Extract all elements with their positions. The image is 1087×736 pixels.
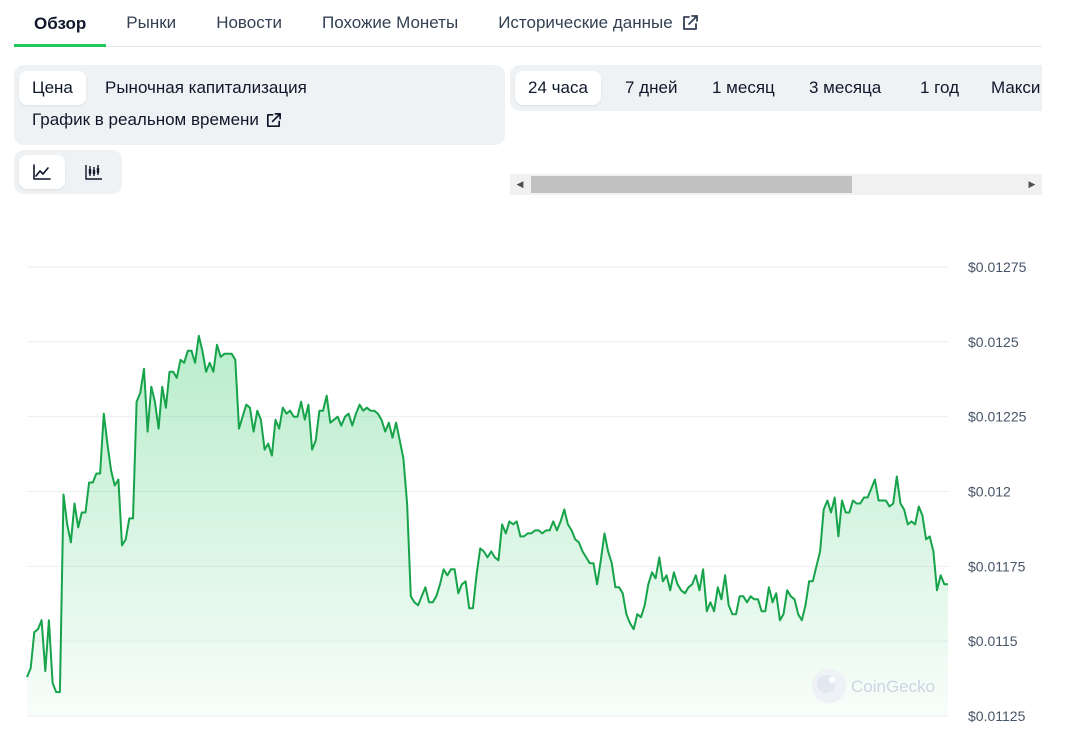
metric-selector: Цена Рыночная капитализация График в реа… bbox=[14, 65, 505, 145]
price-area-fill bbox=[27, 335, 948, 716]
tab-overview-label: Обзор bbox=[34, 13, 87, 33]
tab-historical-data-label: Исторические данные bbox=[498, 13, 673, 32]
line-chart-button[interactable] bbox=[19, 155, 65, 189]
market-cap-tab[interactable]: Рыночная капитализация bbox=[92, 71, 320, 105]
tab-similar-coins[interactable]: Похожие Монеты bbox=[302, 0, 478, 46]
y-tick-label: $0.01175 bbox=[968, 558, 1026, 574]
y-tick-label: $0.0115 bbox=[968, 633, 1018, 649]
tab-news-label: Новости bbox=[216, 13, 282, 32]
range-1y[interactable]: 1 год bbox=[907, 71, 972, 105]
tab-markets-label: Рынки bbox=[126, 13, 177, 32]
y-tick-label: $0.01275 bbox=[968, 259, 1027, 275]
range-3m[interactable]: 3 месяца bbox=[796, 71, 894, 105]
range-panel: 24 часа 7 дней 1 месяц 3 месяца 1 год Ма… bbox=[510, 65, 1042, 111]
candlestick-chart-icon bbox=[84, 163, 104, 181]
y-axis: $0.01275 $0.0125 $0.01225 $0.012 $0.01175 $0.… bbox=[968, 259, 1027, 724]
range-selector: 24 часа 7 дней 1 месяц 3 месяца 1 год Ма… bbox=[510, 65, 1042, 111]
tab-similar-coins-label: Похожие Монеты bbox=[322, 13, 459, 32]
price-tab[interactable]: Цена bbox=[19, 71, 86, 105]
line-chart-icon bbox=[32, 163, 52, 181]
scrollbar-thumb[interactable] bbox=[531, 176, 852, 193]
scroll-right-icon[interactable]: ▶ bbox=[1024, 174, 1040, 195]
price-chart[interactable]: $0.01275 $0.0125 $0.01225 $0.012 $0.01175 $0.… bbox=[0, 230, 1087, 736]
y-tick-label: $0.0125 bbox=[968, 334, 1019, 350]
top-tabs: Обзор Рынки Новости Похожие Монеты Истор… bbox=[14, 0, 1042, 47]
tab-historical-data[interactable]: Исторические данные bbox=[478, 0, 718, 46]
coingecko-logo-icon bbox=[812, 669, 846, 703]
tab-news[interactable]: Новости bbox=[196, 0, 302, 46]
scroll-left-icon[interactable]: ◀ bbox=[512, 174, 528, 195]
range-max[interactable]: Макси bbox=[978, 71, 1042, 105]
live-chart-link[interactable]: График в реальном времени bbox=[32, 110, 282, 130]
range-24h[interactable]: 24 часа bbox=[515, 71, 601, 105]
tab-markets[interactable]: Рынки bbox=[106, 0, 196, 46]
chart-type-toggle bbox=[14, 150, 122, 194]
watermark-text: CoinGecko bbox=[851, 677, 935, 696]
y-tick-label: $0.012 bbox=[968, 484, 1011, 500]
range-1m[interactable]: 1 месяц bbox=[699, 71, 788, 105]
candlestick-chart-button[interactable] bbox=[71, 155, 117, 189]
live-chart-label: График в реальном времени bbox=[32, 110, 259, 129]
tab-overview[interactable]: Обзор bbox=[14, 0, 107, 47]
external-link-icon bbox=[681, 14, 699, 32]
y-tick-label: $0.01225 bbox=[968, 409, 1027, 425]
y-tick-label: $0.01125 bbox=[968, 708, 1026, 724]
range-scrollbar[interactable]: ◀ ▶ bbox=[510, 174, 1042, 195]
range-7d[interactable]: 7 дней bbox=[612, 71, 690, 105]
external-link-icon bbox=[265, 112, 282, 129]
